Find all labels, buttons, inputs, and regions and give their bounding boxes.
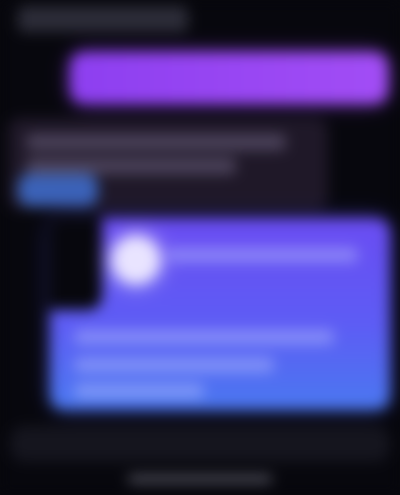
promo-body-line	[74, 384, 204, 398]
chat-screen	[0, 0, 400, 495]
incoming-text-line	[26, 134, 286, 150]
header-caption	[18, 6, 188, 32]
message-composer[interactable]	[10, 426, 390, 462]
promo-title-line	[168, 248, 358, 262]
promo-body-line	[74, 358, 274, 372]
incoming-text-line	[26, 158, 236, 174]
promo-card[interactable]	[50, 218, 390, 410]
card-cutout	[50, 218, 102, 310]
incoming-message-card[interactable]	[8, 118, 328, 210]
glowing-orb-icon	[112, 236, 160, 284]
outgoing-message-bubble[interactable]	[70, 52, 388, 104]
promo-body-line	[74, 330, 334, 344]
home-indicator[interactable]	[128, 476, 272, 482]
attachment-chip[interactable]	[18, 174, 98, 206]
